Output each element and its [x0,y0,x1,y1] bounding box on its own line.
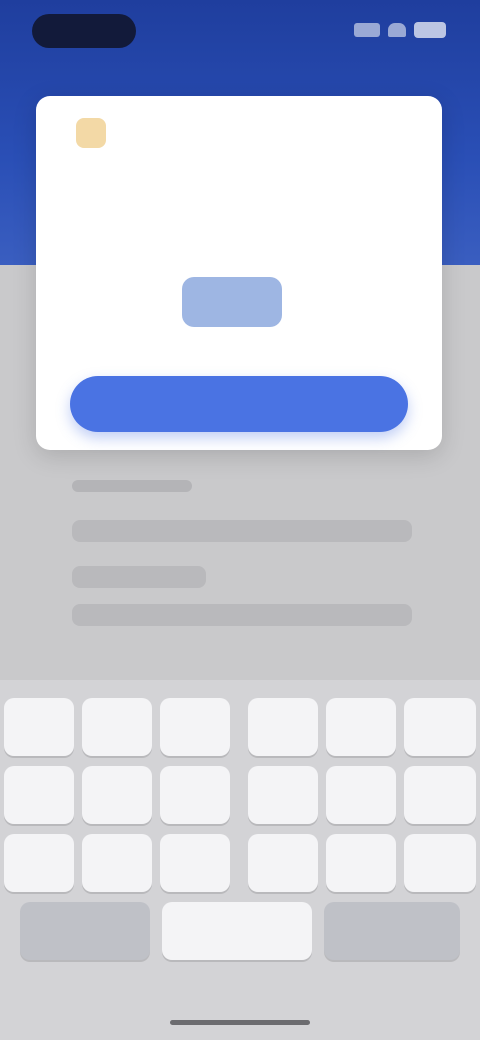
app-logo-icon [76,118,106,148]
confirm-button[interactable] [70,376,408,432]
keyboard-key[interactable] [248,698,318,756]
keyboard-key[interactable] [160,766,230,824]
keyboard-key[interactable] [248,834,318,892]
signal-icon [354,23,380,37]
keyboard-key[interactable] [326,834,396,892]
list-item [72,566,206,588]
keyboard-key[interactable] [82,698,152,756]
keyboard-key[interactable] [82,834,152,892]
keyboard-key-left[interactable] [20,902,150,960]
battery-icon [414,22,446,38]
keyboard [0,680,480,1040]
keyboard-key[interactable] [326,766,396,824]
keyboard-key[interactable] [404,766,476,824]
section-heading [72,480,192,492]
keyboard-key[interactable] [4,834,74,892]
verification-dialog [36,96,442,450]
keyboard-key[interactable] [248,766,318,824]
keyboard-key[interactable] [404,698,476,756]
code-input-row [36,272,442,332]
keyboard-key[interactable] [4,698,74,756]
home-indicator [170,1020,310,1025]
keyboard-key[interactable] [326,698,396,756]
list-item [72,520,412,542]
wifi-icon [388,23,406,37]
keyboard-key-zero[interactable] [162,902,312,960]
keyboard-key[interactable] [4,766,74,824]
status-bar [0,0,480,62]
background-content [44,470,436,670]
keyboard-key-delete[interactable] [324,902,460,960]
status-time-pill [32,14,136,48]
keyboard-key[interactable] [160,834,230,892]
code-input[interactable] [182,277,282,327]
status-indicators [354,22,446,38]
keyboard-key[interactable] [160,698,230,756]
keyboard-key[interactable] [404,834,476,892]
keyboard-key[interactable] [82,766,152,824]
list-item [72,604,412,626]
